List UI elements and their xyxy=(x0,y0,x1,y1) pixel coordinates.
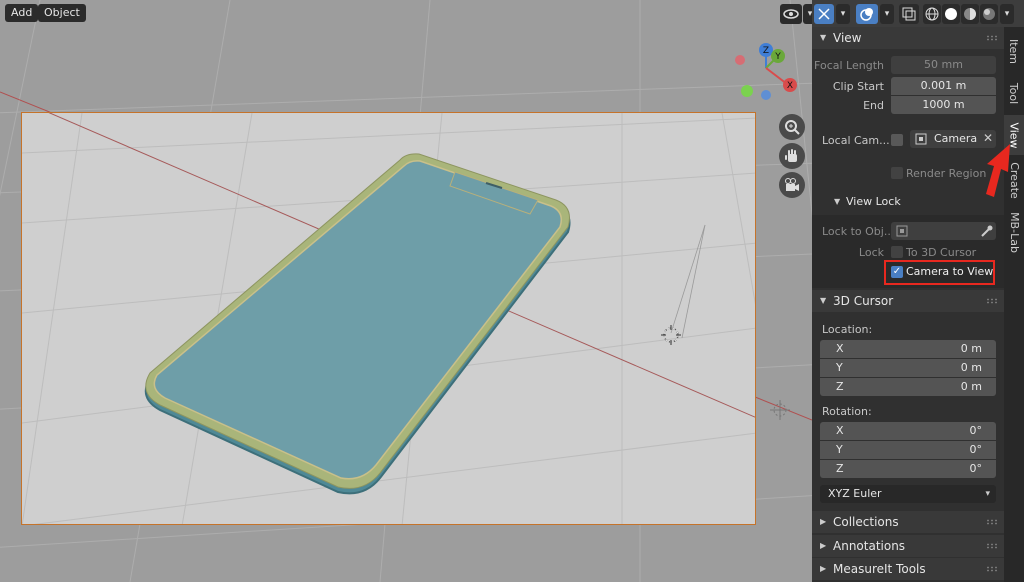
drag-grip-icon[interactable] xyxy=(986,543,998,549)
location-x-field[interactable]: X0 m xyxy=(820,340,996,358)
rotation-mode-value: XYZ Euler xyxy=(828,487,882,500)
render-region-label: Render Region xyxy=(906,167,987,180)
view-panel-title: View xyxy=(833,31,862,45)
collections-title: Collections xyxy=(833,515,899,529)
object-menu-button[interactable]: Object xyxy=(38,4,86,22)
gizmo-dropdown[interactable]: ▾ xyxy=(836,4,850,24)
view-lock-header[interactable]: ▼ View Lock xyxy=(812,190,1004,214)
camera-to-view-label: Camera to View xyxy=(906,265,994,278)
gizmo-x-label: X xyxy=(787,81,793,91)
annotation-arrow xyxy=(986,144,1010,197)
local-camera-label: Local Cam... xyxy=(822,134,890,147)
local-camera-value: Camera xyxy=(934,132,978,145)
clip-start-field[interactable]: 0.001 m xyxy=(891,77,996,95)
gizmo-y-label: Y xyxy=(774,52,781,62)
measureit-title: MeasureIt Tools xyxy=(833,562,926,576)
rotation-y-field[interactable]: Y 0° xyxy=(820,441,996,459)
solid-shading-icon[interactable] xyxy=(942,4,960,24)
pan-hand-icon[interactable] xyxy=(779,143,805,169)
tab-item[interactable]: Item xyxy=(1004,31,1024,71)
gizmo-icon[interactable] xyxy=(814,4,834,24)
overlay-icon[interactable] xyxy=(856,4,878,24)
drag-grip-icon[interactable] xyxy=(986,298,998,304)
rotation-mode-select[interactable]: XYZ Euler ▾ xyxy=(820,485,996,503)
location-z-field[interactable]: Z0 m xyxy=(820,378,996,396)
render-region-checkbox[interactable] xyxy=(891,167,903,179)
view-lock-title: View Lock xyxy=(846,195,901,208)
3d-cursor-panel-title: 3D Cursor xyxy=(833,294,894,308)
rendered-shading-icon[interactable] xyxy=(980,4,998,24)
shading-dropdown[interactable]: ▾ xyxy=(1000,4,1014,24)
camera-view-icon[interactable] xyxy=(779,172,805,198)
collections-panel-header[interactable]: ▶ Collections xyxy=(812,511,1004,533)
clip-end-field[interactable]: 1000 m xyxy=(891,96,996,114)
material-shading-icon[interactable] xyxy=(961,4,979,24)
location-label: Location: xyxy=(822,323,873,336)
drag-grip-icon[interactable] xyxy=(986,519,998,525)
eyedropper-icon[interactable] xyxy=(980,224,994,238)
overlay-dropdown[interactable]: ▾ xyxy=(880,4,894,24)
location-y-field[interactable]: Y0 m xyxy=(820,359,996,377)
drag-grip-icon[interactable] xyxy=(986,35,998,41)
phone-model xyxy=(144,153,571,495)
camera-object-icon xyxy=(915,133,927,145)
wireframe-shading-icon[interactable] xyxy=(923,4,941,24)
rotation-z-field[interactable]: Z 0° xyxy=(820,460,996,478)
rotation-label: Rotation: xyxy=(822,405,872,418)
zoom-icon[interactable] xyxy=(779,114,805,140)
tab-mblab[interactable]: MB-Lab xyxy=(1004,207,1024,257)
3d-cursor-panel-header[interactable]: ▼ 3D Cursor xyxy=(812,290,1004,312)
focal-length-field[interactable]: 50 mm xyxy=(891,56,996,74)
object-icon xyxy=(896,225,908,237)
tab-tool[interactable]: Tool xyxy=(1004,73,1024,113)
sidebar-tabs: Item Tool View Create MB-Lab xyxy=(1004,27,1024,582)
focal-length-label: Focal Length xyxy=(814,59,884,72)
navigation-gizmo[interactable]: Z Y X xyxy=(732,42,804,102)
local-camera-checkbox[interactable] xyxy=(891,134,903,146)
clip-end-label: End xyxy=(863,99,884,112)
annotations-title: Annotations xyxy=(833,539,906,553)
to-3d-cursor-label: To 3D Cursor xyxy=(906,246,977,259)
gizmo-z-label: Z xyxy=(763,46,769,56)
origin-marker-icon xyxy=(770,400,790,420)
xray-icon[interactable] xyxy=(899,4,919,24)
rotation-x-field[interactable]: X 0° xyxy=(820,422,996,440)
annotations-panel-header[interactable]: ▶ Annotations xyxy=(812,535,1004,557)
measureit-panel-header[interactable]: ▶ MeasureIt Tools xyxy=(812,558,1004,580)
3d-viewport[interactable]: Add Object ▾ xyxy=(0,0,812,582)
3d-cursor-icon xyxy=(661,325,681,345)
visibility-dropdown[interactable]: ▾ xyxy=(803,4,812,24)
add-menu-button[interactable]: Add xyxy=(5,4,39,22)
camera-to-view-checkbox[interactable]: ✓ xyxy=(891,266,903,278)
drag-grip-icon[interactable] xyxy=(986,566,998,572)
clip-start-label: Clip Start xyxy=(832,80,884,93)
chevron-down-icon: ▾ xyxy=(985,489,990,499)
visibility-icon[interactable] xyxy=(780,4,802,24)
view-panel-header[interactable]: ▼ View xyxy=(812,27,1004,49)
to-3d-cursor-checkbox[interactable] xyxy=(891,246,903,258)
lock-label: Lock xyxy=(858,246,884,259)
lock-to-object-label: Lock to Obj... xyxy=(822,225,895,238)
